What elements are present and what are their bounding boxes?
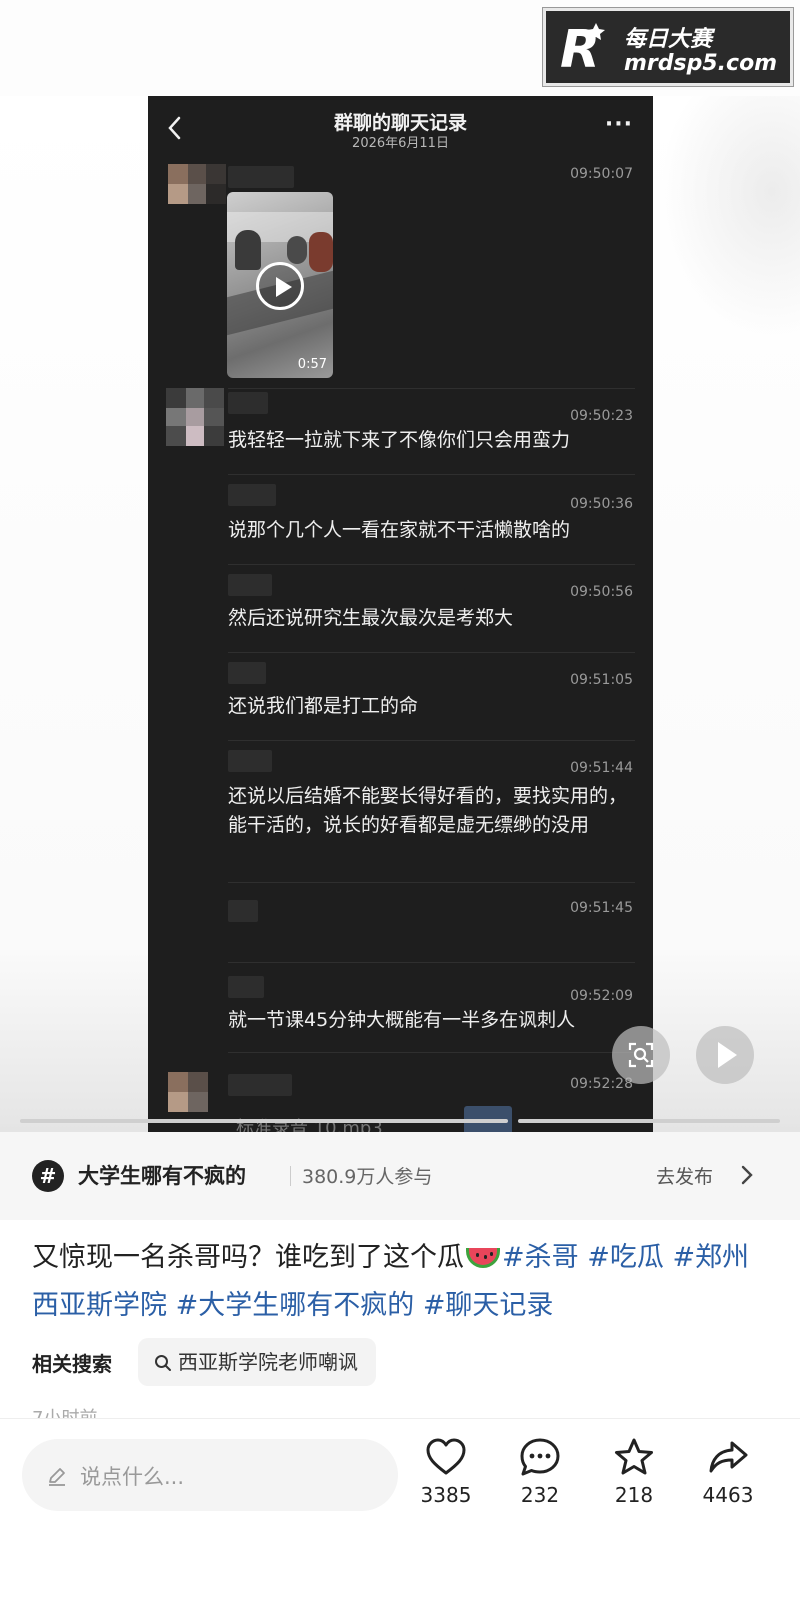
- watermark-logo-icon: R: [560, 20, 605, 79]
- favorite-count: 218: [614, 1483, 654, 1507]
- watermelon-icon: [466, 1248, 500, 1268]
- message-time: 09:50:36: [570, 496, 633, 512]
- background-blur: [660, 96, 800, 336]
- post-caption: 又惊现一名杀哥吗？谁吃到了这个瓜 #杀哥 #吃瓜 #郑州西亚斯学院 #大学生哪有不…: [32, 1234, 772, 1330]
- message-separator: [228, 882, 635, 883]
- message-time: 09:51:44: [570, 760, 633, 776]
- message-text: 还说我们都是打工的命: [228, 695, 419, 717]
- hashtag-link[interactable]: #聊天记录: [423, 1290, 554, 1321]
- watermark-line2: mrdsp5.com: [624, 51, 778, 76]
- chat-screenshot: 群聊的聊天记录 2026年6月11日 ··· 09:50:07 0:57 09:…: [148, 96, 653, 1164]
- sender-name-blur: [228, 1074, 292, 1096]
- message-separator: [228, 740, 635, 741]
- message-separator: [228, 564, 635, 565]
- progress-segment: [518, 1119, 780, 1123]
- message-text: 然后还说研究生最次最次是考郑大: [228, 607, 514, 629]
- progress-segment: [20, 1119, 508, 1123]
- share-count: 4463: [702, 1483, 754, 1507]
- star-icon: [615, 1438, 653, 1475]
- play-button[interactable]: [696, 1026, 754, 1084]
- sender-name-blur: [228, 900, 258, 922]
- comment-icon: [520, 1438, 560, 1476]
- sender-name-blur: [228, 750, 272, 772]
- share-icon: [709, 1441, 748, 1473]
- message-separator: [228, 1052, 635, 1053]
- message-time: 09:50:07: [570, 166, 633, 182]
- sender-name-blur: [228, 392, 268, 414]
- topic-name[interactable]: 大学生哪有不疯的: [78, 1160, 246, 1190]
- like-count: 3385: [420, 1483, 472, 1507]
- related-search-chip[interactable]: 西亚斯学院老师嘲讽: [138, 1338, 376, 1386]
- more-icon: ···: [604, 112, 633, 137]
- comment-button[interactable]: 232: [500, 1437, 580, 1507]
- image-search-button[interactable]: [612, 1026, 670, 1084]
- message-separator: [228, 474, 635, 475]
- message-time: 09:50:56: [570, 584, 633, 600]
- message-text: 还说以后结婚不能娶长得好看的，要找实用的，能干活的，说长的好看都是虚无缥缈的没用: [228, 785, 628, 836]
- message-time: 09:50:23: [570, 408, 633, 424]
- chevron-right-icon[interactable]: [740, 1164, 754, 1186]
- message-text: 我轻轻一拉就下来了不像你们只会用蛮力: [228, 429, 571, 451]
- chat-date: 2026年6月11日: [352, 136, 449, 151]
- post-time: 7小时前: [32, 1404, 97, 1418]
- comment-input[interactable]: 说点什么...: [22, 1439, 398, 1511]
- sender-name-blur: [228, 484, 276, 506]
- publish-link[interactable]: 去发布: [656, 1162, 713, 1189]
- video-message-thumbnail: 0:57: [227, 192, 333, 378]
- hashtag-link[interactable]: #杀哥: [502, 1242, 579, 1273]
- sender-name-blur: [228, 976, 264, 998]
- caption-text: 又惊现一名杀哥吗？谁吃到了这个瓜: [32, 1242, 464, 1273]
- topic-participants: 380.9万人参与: [302, 1166, 433, 1188]
- related-search-label: 相关搜索: [32, 1352, 112, 1376]
- search-icon: [155, 1355, 171, 1371]
- message-separator: [228, 388, 635, 389]
- bottom-action-bar: 说点什么... 3385 232 218 4463: [0, 1418, 800, 1610]
- watermark-line1: 每日大赛: [624, 27, 713, 52]
- related-search-query: 西亚斯学院老师嘲讽: [178, 1350, 358, 1374]
- hashtag-link[interactable]: #大学生哪有不疯的: [176, 1290, 415, 1321]
- message-time: 09:52:09: [570, 988, 633, 1004]
- message-time: 09:51:05: [570, 672, 633, 688]
- thumb-figure: [309, 232, 333, 272]
- hashtag-icon: #: [32, 1160, 64, 1192]
- message-separator: [228, 652, 635, 653]
- avatar: [166, 388, 224, 446]
- share-button[interactable]: 4463: [688, 1437, 768, 1507]
- hashtag-link[interactable]: #吃瓜: [587, 1242, 664, 1273]
- like-button[interactable]: 3385: [406, 1437, 486, 1507]
- message-time: 09:51:45: [570, 900, 633, 916]
- topic-bar[interactable]: # 大学生哪有不疯的 380.9万人参与 去发布: [0, 1132, 800, 1220]
- favorite-button[interactable]: 218: [594, 1437, 674, 1507]
- sender-name-blur: [228, 166, 294, 188]
- scan-icon: [628, 1042, 654, 1068]
- chat-title: 群聊的聊天记录: [333, 112, 467, 134]
- message-separator: [228, 962, 635, 963]
- play-icon: [256, 262, 304, 310]
- sender-name-blur: [228, 662, 266, 684]
- message-text: 说那个几个人一看在家就不干活懒散啥的: [228, 519, 571, 541]
- video-duration: 0:57: [297, 357, 327, 372]
- pencil-icon: [49, 1468, 65, 1486]
- thumb-figure: [235, 230, 261, 270]
- avatar: [168, 164, 226, 222]
- thumb-figure: [287, 236, 307, 264]
- heart-icon: [426, 1438, 466, 1475]
- message-text: 就一节课45分钟大概能有一半多在讽刺人: [228, 1009, 576, 1031]
- divider: [290, 1166, 291, 1186]
- watermark: R 每日大赛 mrdsp5.com: [542, 7, 794, 87]
- video-progress-bar[interactable]: [20, 1119, 780, 1123]
- comment-count: 232: [520, 1483, 560, 1507]
- comment-placeholder: 说点什么...: [80, 1465, 185, 1489]
- sender-name-blur: [228, 574, 272, 596]
